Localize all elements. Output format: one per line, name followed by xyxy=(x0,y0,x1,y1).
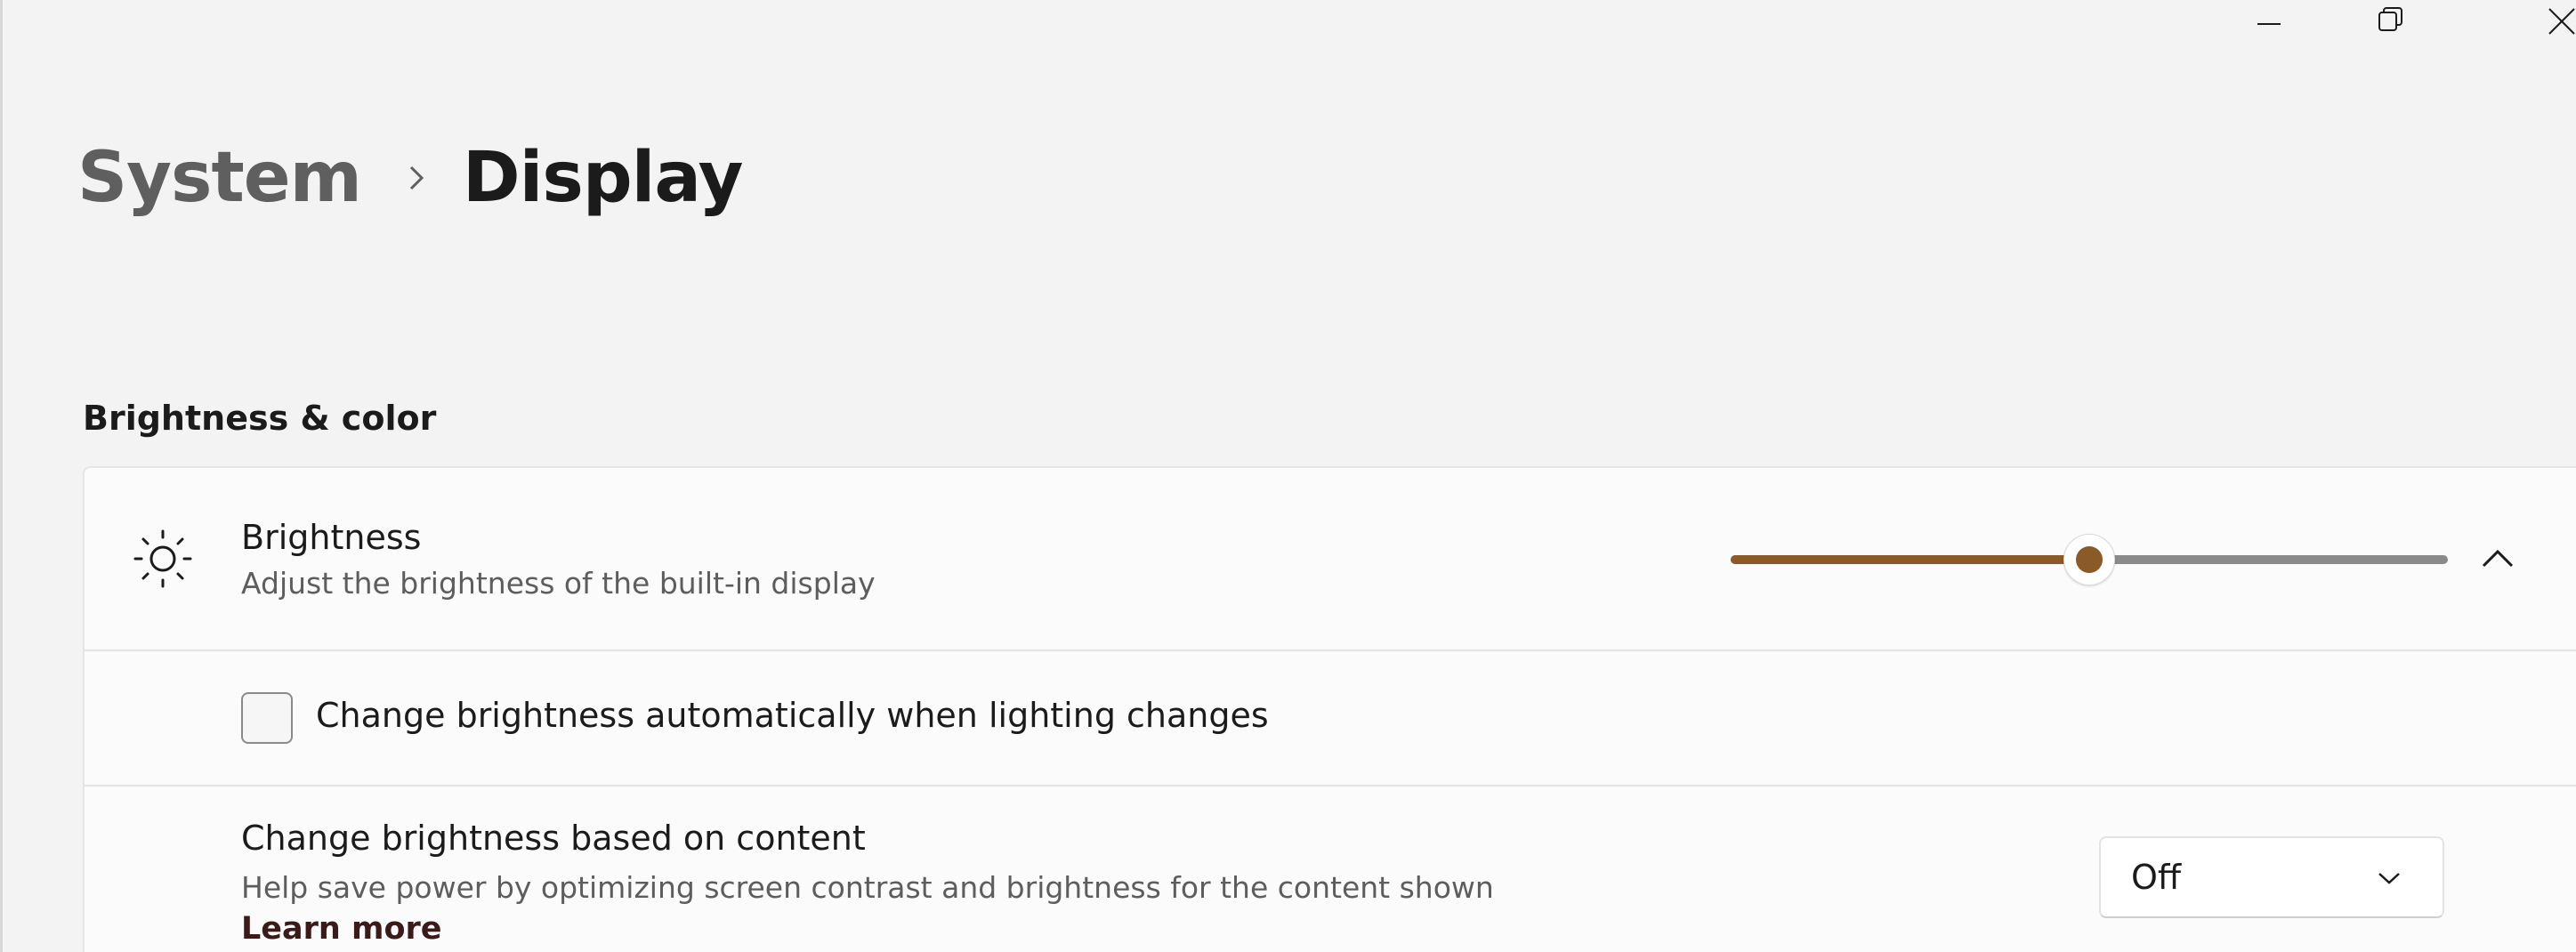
content-brightness-dropdown[interactable]: Off xyxy=(2099,836,2444,918)
close-icon xyxy=(2548,8,2575,35)
slider-fill xyxy=(1731,555,2089,564)
breadcrumb-parent-system[interactable]: System xyxy=(77,138,362,218)
auto-brightness-checkbox[interactable] xyxy=(241,692,293,744)
brightness-slider[interactable] xyxy=(1731,534,2448,585)
section-title: Brightness & color xyxy=(83,399,437,438)
dropdown-value: Off xyxy=(2131,858,2182,897)
brightness-description: Adjust the brightness of the built-in di… xyxy=(241,566,876,601)
chevron-right-icon xyxy=(406,160,429,196)
restore-button[interactable] xyxy=(2330,0,2451,39)
content-brightness-row: Change brightness based on content Help … xyxy=(85,785,2576,952)
learn-more-link[interactable]: Learn more xyxy=(241,911,442,947)
brightness-title: Brightness xyxy=(241,518,422,557)
settings-window: System Display Brightness & color Bright… xyxy=(0,0,2576,952)
breadcrumb: System Display xyxy=(77,133,744,222)
minimize-button[interactable] xyxy=(2209,0,2330,39)
restore-icon xyxy=(2378,7,2402,31)
auto-brightness-label[interactable]: Change brightness automatically when lig… xyxy=(316,696,1269,735)
chevron-up-icon[interactable] xyxy=(2478,541,2517,577)
content-brightness-title: Change brightness based on content xyxy=(241,819,866,858)
content-brightness-description: Help save power by optimizing screen con… xyxy=(241,870,1494,905)
brightness-card: Brightness Adjust the brightness of the … xyxy=(83,466,2576,952)
auto-brightness-row: Change brightness automatically when lig… xyxy=(85,649,2576,785)
slider-thumb[interactable] xyxy=(2063,534,2115,585)
minimize-icon xyxy=(2257,23,2281,25)
page-title: Display xyxy=(462,138,744,218)
sun-icon xyxy=(133,529,192,588)
close-button[interactable] xyxy=(2519,0,2576,39)
brightness-row[interactable]: Brightness Adjust the brightness of the … xyxy=(85,468,2576,649)
chevron-down-icon xyxy=(2378,873,2400,884)
